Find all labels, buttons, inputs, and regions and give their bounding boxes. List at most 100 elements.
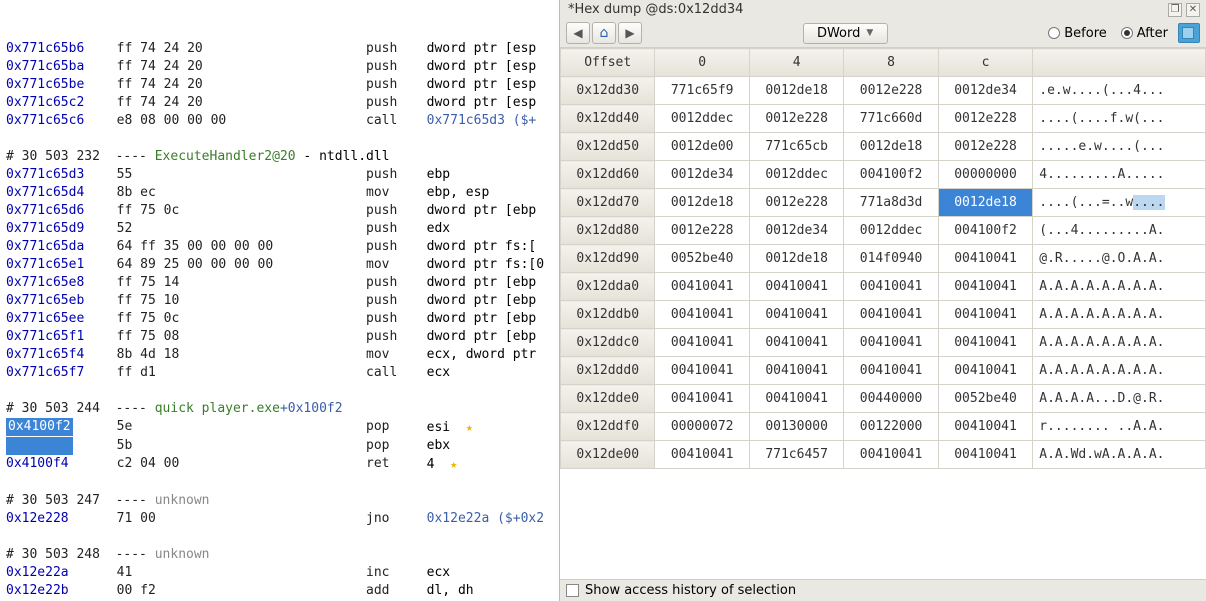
hex-cell[interactable]: 00410041 — [844, 441, 938, 469]
hex-cell[interactable]: 00410041 — [655, 301, 749, 329]
hex-cell[interactable]: 0012ddec — [844, 217, 938, 245]
disasm-row[interactable]: 0x771c65d4 8b ecmov ebp, esp — [6, 184, 553, 202]
hex-cell[interactable]: 00410041 — [844, 301, 938, 329]
hex-cell[interactable]: 004100f2 — [938, 217, 1032, 245]
disasm-row[interactable]: 0x771c65e8 ff 75 14push dword ptr [ebp — [6, 274, 553, 292]
hex-cell[interactable]: 0012de00 — [655, 133, 749, 161]
hex-cell[interactable]: 00410041 — [655, 441, 749, 469]
hex-cell[interactable]: 00130000 — [749, 413, 843, 441]
hex-offset[interactable]: 0x12ddd0 — [561, 357, 655, 385]
hex-cell[interactable]: 00410041 — [938, 245, 1032, 273]
hex-ascii[interactable]: .....e.w....(... — [1033, 133, 1206, 161]
hex-cell[interactable]: 00410041 — [749, 273, 843, 301]
disasm-row[interactable]: 0x771c65d3 55push ebp — [6, 166, 553, 184]
hex-cell[interactable]: 00410041 — [938, 441, 1032, 469]
hex-cell[interactable]: 0012de18 — [844, 133, 938, 161]
hex-cell[interactable]: 00410041 — [655, 385, 749, 413]
hex-cell[interactable]: 00410041 — [938, 329, 1032, 357]
nav-back-button[interactable]: ◀ — [566, 22, 590, 44]
hex-ascii[interactable]: 4.........A..... — [1033, 161, 1206, 189]
radio-before[interactable]: Before — [1048, 26, 1107, 41]
hex-cell[interactable]: 00410041 — [938, 413, 1032, 441]
hex-cell[interactable]: 0012de34 — [749, 217, 843, 245]
disasm-row[interactable]: 5bpop ebx — [6, 437, 553, 455]
hex-cell[interactable]: 0012e228 — [655, 217, 749, 245]
hex-header[interactable]: 8 — [844, 49, 938, 77]
hex-cell[interactable]: 00440000 — [844, 385, 938, 413]
hex-cell[interactable]: 0012de18 — [749, 245, 843, 273]
hex-row[interactable]: 0x12dd600012de340012ddec004100f200000000… — [561, 161, 1206, 189]
hex-cell[interactable]: 0012de34 — [938, 77, 1032, 105]
hex-cell[interactable]: 00410041 — [749, 385, 843, 413]
hex-cell[interactable]: 771c65f9 — [655, 77, 749, 105]
hex-offset[interactable]: 0x12dd40 — [561, 105, 655, 133]
hex-cell[interactable]: 0012ddec — [749, 161, 843, 189]
hex-cell[interactable]: 00410041 — [749, 301, 843, 329]
hex-ascii[interactable]: A.A.A.A.A.A.A.A. — [1033, 357, 1206, 385]
hex-cell[interactable]: 00410041 — [938, 273, 1032, 301]
hex-cell[interactable]: 771a8d3d — [844, 189, 938, 217]
hex-header-ascii[interactable] — [1033, 49, 1206, 77]
hex-cell[interactable]: 0012de18 — [938, 189, 1032, 217]
disasm-row[interactable]: 0x771c65c6 e8 08 00 00 00call 0x771c65d3… — [6, 112, 553, 130]
disasm-row[interactable]: 0x771c65d6 ff 75 0cpush dword ptr [ebp — [6, 202, 553, 220]
hex-cell[interactable]: 004100f2 — [844, 161, 938, 189]
hex-cell[interactable]: 0012de18 — [749, 77, 843, 105]
disasm-row[interactable]: 0x771c65f4 8b 4d 18mov ecx, dword ptr — [6, 346, 553, 364]
hex-cell[interactable]: 771c6457 — [749, 441, 843, 469]
hex-cell[interactable]: 771c65cb — [749, 133, 843, 161]
disasm-row[interactable]: 0x771c65d9 52push edx — [6, 220, 553, 238]
hex-cell[interactable]: 0012e228 — [844, 77, 938, 105]
close-icon[interactable]: ✕ — [1186, 3, 1200, 17]
hex-cell[interactable]: 0052be40 — [938, 385, 1032, 413]
hex-ascii[interactable]: r........ ..A.A. — [1033, 413, 1206, 441]
hex-ascii[interactable]: ....(...=..w.... — [1033, 189, 1206, 217]
hex-offset[interactable]: 0x12de00 — [561, 441, 655, 469]
hex-cell[interactable]: 771c660d — [844, 105, 938, 133]
hex-offset[interactable]: 0x12dd30 — [561, 77, 655, 105]
word-size-combo[interactable]: DWord ▼ — [803, 23, 888, 44]
hex-offset[interactable]: 0x12dde0 — [561, 385, 655, 413]
hex-ascii[interactable]: @.R.....@.O.A.A. — [1033, 245, 1206, 273]
hex-row[interactable]: 0x12dd500012de00771c65cb0012de180012e228… — [561, 133, 1206, 161]
hex-ascii[interactable]: A.A.Wd.wA.A.A.A. — [1033, 441, 1206, 469]
hex-cell[interactable]: 00410041 — [844, 329, 938, 357]
hex-cell[interactable]: 00410041 — [938, 357, 1032, 385]
nav-home-button[interactable]: ⌂ — [592, 22, 616, 44]
hex-cell[interactable]: 00410041 — [844, 357, 938, 385]
disasm-row[interactable]: 0x771c65e1 64 89 25 00 00 00 00mov dword… — [6, 256, 553, 274]
nav-forward-button[interactable]: ▶ — [618, 22, 642, 44]
hex-ascii[interactable]: A.A.A.A.A.A.A.A. — [1033, 301, 1206, 329]
hex-cell[interactable]: 014f0940 — [844, 245, 938, 273]
hex-row[interactable]: 0x12dd900052be400012de18014f094000410041… — [561, 245, 1206, 273]
hex-row[interactable]: 0x12dd30771c65f90012de180012e2280012de34… — [561, 77, 1206, 105]
hex-row[interactable]: 0x12dd800012e2280012de340012ddec004100f2… — [561, 217, 1206, 245]
hex-header[interactable]: 4 — [749, 49, 843, 77]
hex-ascii[interactable]: .e.w....(...4... — [1033, 77, 1206, 105]
disasm-row[interactable]: 0x4100f4 c2 04 00ret 4 ★ — [6, 455, 553, 474]
hex-cell[interactable]: 00410041 — [749, 329, 843, 357]
hex-ascii[interactable]: ....(....f.w(... — [1033, 105, 1206, 133]
disasm-row[interactable]: 0x4100f2 5epop esi ★ — [6, 418, 553, 437]
hex-offset[interactable]: 0x12dd50 — [561, 133, 655, 161]
disasm-row[interactable]: 0x771c65c2 ff 74 24 20push dword ptr [es… — [6, 94, 553, 112]
hex-row[interactable]: 0x12ddd000410041004100410041004100410041… — [561, 357, 1206, 385]
hex-header[interactable]: Offset — [561, 49, 655, 77]
hex-header[interactable]: c — [938, 49, 1032, 77]
disasm-row[interactable]: 0x771c65be ff 74 24 20push dword ptr [es… — [6, 76, 553, 94]
hex-offset[interactable]: 0x12ddb0 — [561, 301, 655, 329]
hex-offset[interactable]: 0x12dd90 — [561, 245, 655, 273]
hex-offset[interactable]: 0x12dd80 — [561, 217, 655, 245]
hex-cell[interactable]: 00410041 — [655, 329, 749, 357]
disasm-row[interactable]: 0x12e22a 41inc ecx — [6, 564, 553, 582]
hex-offset[interactable]: 0x12ddf0 — [561, 413, 655, 441]
hex-row[interactable]: 0x12ddb000410041004100410041004100410041… — [561, 301, 1206, 329]
hex-cell[interactable]: 00000072 — [655, 413, 749, 441]
disasm-row[interactable]: 0x12e22b 00 f2add dl, dh — [6, 582, 553, 600]
hex-row[interactable]: 0x12de0000410041771c64570041004100410041… — [561, 441, 1206, 469]
disasm-row[interactable]: 0x771c65f1 ff 75 08push dword ptr [ebp — [6, 328, 553, 346]
dock-icon[interactable] — [1178, 23, 1200, 43]
hex-row[interactable]: 0x12dde00041004100410041004400000052be40… — [561, 385, 1206, 413]
hex-cell[interactable]: 0012de18 — [655, 189, 749, 217]
hex-cell[interactable]: 0012e228 — [938, 105, 1032, 133]
